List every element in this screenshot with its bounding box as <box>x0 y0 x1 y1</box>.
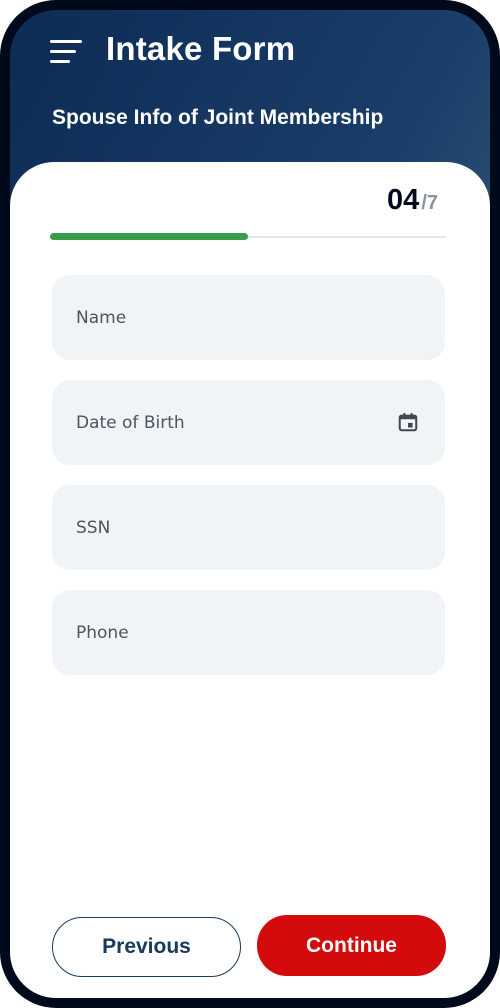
total-steps: /7 <box>421 192 438 214</box>
step-indicator: 04/7 <box>387 184 438 217</box>
section-title: Spouse Info of Joint Membership <box>52 106 384 129</box>
phone-frame: Intake Form Spouse Info of Joint Members… <box>0 0 500 1008</box>
calendar-icon[interactable] <box>397 411 419 433</box>
progress-bar <box>50 233 446 240</box>
ssn-field[interactable]: SSN <box>52 485 445 570</box>
progress-fill <box>50 233 248 240</box>
name-field[interactable]: Name <box>52 275 445 360</box>
phone-field-label: Phone <box>76 622 129 643</box>
app-title: Intake Form <box>106 30 296 67</box>
date-of-birth-field-label: Date of Birth <box>76 412 185 433</box>
app-screen: Intake Form Spouse Info of Joint Members… <box>10 10 490 998</box>
date-of-birth-field[interactable]: Date of Birth <box>52 380 445 465</box>
previous-button[interactable]: Previous <box>52 917 241 977</box>
form-card: 04/7 Name Date of Birth SSN Phone Previo… <box>10 162 490 998</box>
phone-field[interactable]: Phone <box>52 590 445 675</box>
name-field-label: Name <box>76 307 127 328</box>
current-step: 04 <box>387 184 420 216</box>
ssn-field-label: SSN <box>76 517 111 538</box>
continue-button[interactable]: Continue <box>257 915 446 976</box>
header: Intake Form Spouse Info of Joint Members… <box>10 10 490 180</box>
menu-icon[interactable] <box>50 40 82 64</box>
